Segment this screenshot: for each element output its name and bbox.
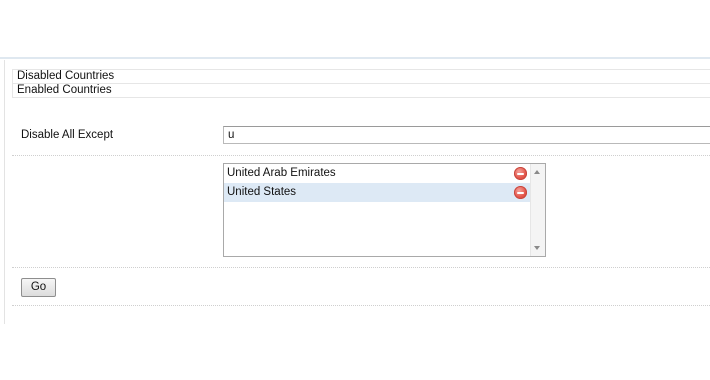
listbox-scrollbar[interactable]	[530, 164, 545, 256]
country-filter-input[interactable]	[223, 126, 710, 144]
country-list: United Arab Emirates United States	[224, 164, 531, 202]
tab-disabled-countries[interactable]: Disabled Countries	[13, 70, 710, 83]
country-name: United States	[227, 186, 297, 198]
disable-all-except-label: Disable All Except	[21, 129, 114, 141]
remove-icon[interactable]	[514, 167, 527, 180]
country-listbox[interactable]: United Arab Emirates United States	[223, 163, 546, 257]
list-item[interactable]: United States	[224, 183, 531, 202]
tab-enabled-countries[interactable]: Enabled Countries	[13, 83, 710, 97]
scroll-down-icon[interactable]	[534, 246, 540, 250]
row-divider	[12, 305, 710, 306]
row-divider	[12, 155, 710, 156]
country-name: United Arab Emirates	[227, 167, 336, 179]
row-divider	[12, 267, 710, 268]
go-button[interactable]: Go	[21, 278, 56, 297]
scroll-up-icon[interactable]	[534, 170, 540, 174]
country-tabs: Disabled Countries Enabled Countries	[12, 69, 710, 98]
list-item[interactable]: United Arab Emirates	[224, 164, 531, 183]
remove-icon[interactable]	[514, 186, 527, 199]
header-divider	[0, 57, 710, 59]
